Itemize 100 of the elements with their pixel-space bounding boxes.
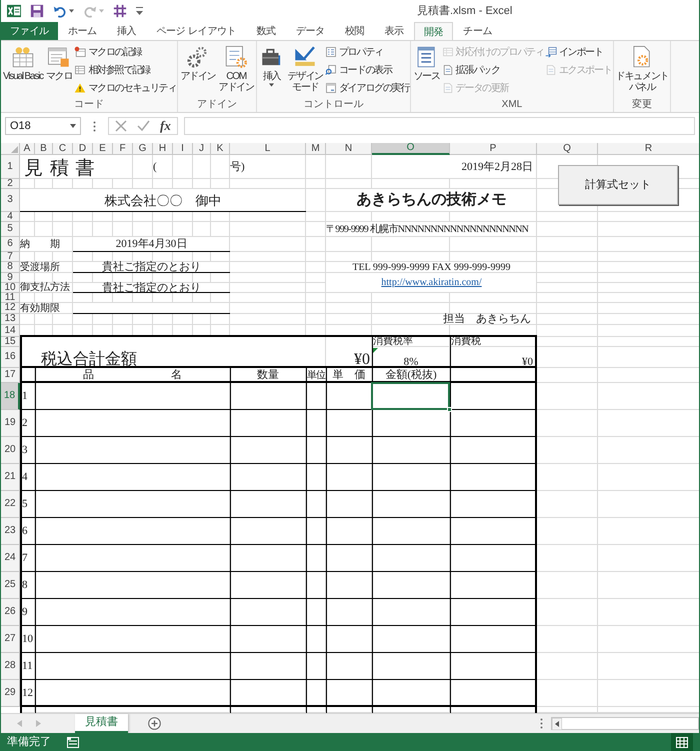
field-value: 貴社ご指定のとおり	[102, 282, 201, 294]
ribbon-button[interactable]: COM アドイン	[218, 44, 255, 93]
column-header[interactable]: C	[53, 143, 73, 155]
properties-icon	[324, 46, 337, 58]
macro-button[interactable]: 計算式セット	[558, 165, 678, 205]
row-header[interactable]: 24	[1, 545, 20, 572]
row-header[interactable]: 13	[1, 314, 20, 325]
undo-icon[interactable]	[53, 4, 67, 18]
ribbon-button[interactable]: インポート	[544, 44, 612, 60]
column-header[interactable]: P	[450, 143, 537, 155]
normal-view-button[interactable]	[671, 733, 693, 751]
item-number: 1	[22, 391, 28, 402]
add-sheet-icon[interactable]	[148, 717, 161, 730]
row-header[interactable]: 12	[1, 303, 20, 314]
formula-field[interactable]	[184, 117, 695, 135]
row-header[interactable]: 3	[1, 189, 20, 212]
website-link[interactable]: http://www.akiratin.com/	[381, 278, 482, 288]
row-header[interactable]: 9	[1, 273, 20, 283]
ribbon-button[interactable]: ドキュメント パネル	[614, 44, 670, 93]
column-header[interactable]: K	[211, 143, 230, 155]
row-header[interactable]: 7	[1, 252, 20, 262]
row-header[interactable]: 23	[1, 518, 20, 545]
row-header[interactable]: 22	[1, 491, 20, 518]
row-header[interactable]: 8	[1, 262, 20, 273]
ribbon-button[interactable]: プロパティ	[324, 44, 410, 60]
ribbon-button[interactable]: 挿入	[258, 44, 286, 87]
column-header[interactable]: B	[35, 143, 53, 155]
column-header[interactable]: E	[93, 143, 113, 155]
ribbon-tab[interactable]: 開発	[414, 22, 454, 41]
column-header[interactable]: D	[73, 143, 93, 155]
ribbon-button[interactable]: ダイアログの実行	[324, 80, 410, 96]
ribbon-button[interactable]: マクロ	[44, 44, 74, 82]
ribbon-button[interactable]: マクロの記録	[74, 44, 176, 60]
row-header[interactable]: 16	[1, 347, 20, 368]
column-header[interactable]: L	[230, 143, 306, 155]
column-header[interactable]: G	[133, 143, 153, 155]
ribbon-button[interactable]: コードの表示	[324, 62, 410, 78]
field-label: 有効期限	[20, 304, 60, 314]
row-header[interactable]: 5	[1, 222, 20, 237]
row-header[interactable]: 1	[1, 155, 20, 179]
column-header[interactable]: Q	[537, 143, 598, 155]
ribbon-button[interactable]: デザイン モード	[286, 44, 324, 93]
ribbon-tab[interactable]: 数式	[246, 22, 286, 40]
row-header[interactable]: 19	[1, 410, 20, 437]
document-icon	[442, 64, 454, 76]
column-header[interactable]: H	[153, 143, 173, 155]
sheet-tab[interactable]: 見積書	[75, 714, 128, 733]
scroll-left-icon[interactable]	[552, 718, 562, 730]
row-header[interactable]: 20	[1, 437, 20, 464]
ribbon-tab[interactable]: 校閲	[334, 22, 374, 40]
column-header[interactable]: O	[372, 143, 450, 155]
save-icon[interactable]	[30, 4, 44, 18]
row-header[interactable]: 2	[1, 179, 20, 189]
item-number: 6	[22, 526, 28, 537]
document-icon	[544, 64, 557, 76]
column-header[interactable]: I	[173, 143, 193, 155]
insert-function-button[interactable]: fx	[160, 116, 171, 136]
ribbon-button[interactable]: マクロのセキュリティ	[74, 80, 176, 96]
ribbon-tab[interactable]: ホーム	[58, 22, 107, 40]
row-header[interactable]: 28	[1, 653, 20, 680]
file-tab[interactable]: ファイル	[1, 22, 58, 40]
column-header[interactable]: J	[193, 143, 211, 155]
row-header[interactable]: 14	[1, 325, 20, 337]
ribbon-tab[interactable]: 挿入	[106, 22, 146, 40]
row-header[interactable]: 18	[1, 383, 20, 410]
row-header[interactable]: 4	[1, 212, 20, 222]
row-header[interactable]: 17	[1, 368, 20, 383]
enter-icon[interactable]	[137, 120, 150, 132]
row-header[interactable]: 25	[1, 572, 20, 599]
row-header[interactable]: 15	[1, 337, 20, 347]
column-header[interactable]: N	[326, 143, 372, 155]
status-text: 準備完了	[7, 734, 51, 750]
horizontal-scrollbar[interactable]	[551, 717, 699, 730]
group-label: 変更	[630, 99, 653, 111]
ribbon-button[interactable]: 相対参照で記録	[74, 62, 176, 78]
column-header[interactable]: F	[113, 143, 133, 155]
ribbon-tab[interactable]: チーム	[453, 22, 502, 40]
row-header[interactable]: 29	[1, 680, 20, 707]
ribbon-button[interactable]: ソース	[412, 44, 441, 82]
column-header[interactable]: R	[598, 143, 699, 155]
row-header[interactable]: 21	[1, 464, 20, 491]
cancel-icon[interactable]	[115, 120, 127, 132]
row-header[interactable]: 26	[1, 599, 20, 626]
form-toolbar-icon[interactable]	[113, 4, 127, 18]
ribbon-button[interactable]: アドイン	[179, 44, 217, 82]
ribbon-tab[interactable]: ページ レイアウト	[146, 22, 246, 40]
row-header[interactable]: 6	[1, 237, 20, 252]
ribbon-button[interactable]: Visual Basic	[2, 44, 44, 82]
row-header[interactable]: 27	[1, 626, 20, 653]
splitter-icon[interactable]	[540, 718, 543, 729]
ribbon-button[interactable]: 拡張パック	[442, 62, 544, 78]
column-header[interactable]: M	[306, 143, 326, 155]
customize-icon[interactable]	[136, 7, 143, 15]
row-header[interactable]: 11	[1, 293, 20, 303]
macro-record-icon[interactable]	[67, 736, 79, 748]
ribbon-tab[interactable]: 表示	[374, 22, 414, 40]
column-header[interactable]: A	[20, 143, 35, 155]
name-box[interactable]: O18	[5, 117, 81, 135]
ribbon-tab[interactable]: データ	[286, 22, 335, 40]
row-header[interactable]: 10	[1, 283, 20, 293]
